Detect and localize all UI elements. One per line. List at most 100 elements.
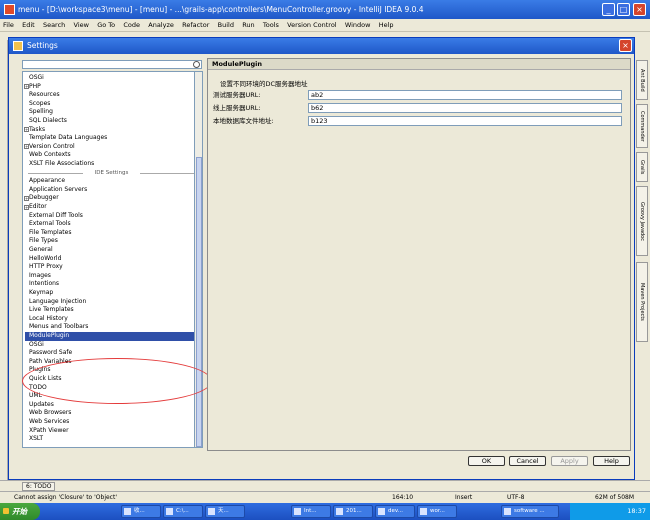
settings-tree: OSGi + PHP Resources Scopes Spelling SQL … — [22, 71, 201, 448]
menu-help[interactable]: Help — [376, 19, 397, 32]
tree-item[interactable]: UML — [29, 392, 42, 401]
menu-view[interactable]: View — [71, 19, 92, 32]
close-window-icon[interactable]: × — [633, 3, 646, 16]
taskbar-item[interactable]: 收... — [121, 505, 161, 518]
online-server-url-input[interactable]: b62 — [308, 103, 622, 113]
taskbar-item[interactable]: dev... — [375, 505, 415, 518]
tree-item[interactable]: Web Browsers — [29, 409, 71, 418]
minimize-icon[interactable]: _ — [602, 3, 615, 16]
apply-button[interactable]: Apply — [551, 456, 588, 466]
tree-item[interactable]: + Tasks — [24, 126, 45, 135]
tree-item[interactable]: XSLT — [29, 435, 43, 444]
expand-icon[interactable]: + — [24, 144, 29, 150]
right-tab-grails[interactable]: Grails — [636, 152, 648, 182]
menu-refactor[interactable]: Refactor — [179, 19, 212, 32]
tree-item[interactable]: Images — [29, 272, 51, 281]
menu-goto[interactable]: Go To — [94, 19, 118, 32]
menu-search[interactable]: Search — [40, 19, 68, 32]
taskbar-item[interactable]: software ... — [501, 505, 559, 518]
tree-scrollbar-thumb[interactable] — [196, 157, 202, 447]
tree-item[interactable]: SQL Dialects — [29, 117, 67, 126]
expand-icon[interactable]: + — [24, 84, 29, 90]
test-server-url-label: 测试服务器URL: — [213, 91, 261, 99]
settings-panel: ModulePlugin 设置不同环境的DC服务器地址 测试服务器URL: ab… — [207, 58, 631, 451]
menu-analyze[interactable]: Analyze — [145, 19, 177, 32]
tree-item[interactable]: HTTP Proxy — [29, 263, 63, 272]
right-tab-commander[interactable]: Commander — [636, 104, 648, 148]
menu-edit[interactable]: Edit — [19, 19, 38, 32]
tree-item[interactable]: Local History — [29, 315, 68, 324]
tree-item[interactable]: + Editor — [24, 203, 47, 212]
tree-item[interactable]: Plugins — [29, 366, 51, 375]
menu-file[interactable]: File — [0, 19, 17, 32]
tree-item[interactable]: Path Variables — [29, 358, 72, 367]
menu-code[interactable]: Code — [120, 19, 143, 32]
tree-item[interactable]: File Types — [29, 237, 58, 246]
tree-item[interactable]: Scopes — [29, 100, 50, 109]
tree-item[interactable]: Web Services — [29, 418, 69, 427]
start-button[interactable]: 开始 — [0, 503, 40, 520]
tree-item[interactable]: Resources — [29, 91, 60, 100]
tree-item[interactable]: OSGi — [29, 341, 44, 350]
tree-item[interactable]: + Debugger — [24, 194, 59, 203]
tree-item[interactable]: OSGi — [29, 74, 44, 83]
help-button[interactable]: Help — [593, 456, 630, 466]
tree-item[interactable]: External Tools — [29, 220, 71, 229]
taskbar-item[interactable]: Int... — [291, 505, 331, 518]
tree-item[interactable]: Keymap — [29, 289, 53, 298]
tree-item[interactable]: Menus and Toolbars — [29, 323, 88, 332]
tree-item-moduleplugin-selected[interactable]: ModulePlugin — [25, 332, 197, 341]
menu-run[interactable]: Run — [239, 19, 257, 32]
menu-window[interactable]: Window — [342, 19, 374, 32]
tree-item[interactable]: + PHP — [24, 83, 41, 92]
tree-item[interactable]: Quick Lists — [29, 375, 62, 384]
tree-item[interactable]: Language Injection — [29, 298, 86, 307]
taskbar-item[interactable]: 201... — [333, 505, 373, 518]
tree-scrollbar[interactable] — [194, 71, 203, 448]
tree-item[interactable]: Appearance — [29, 177, 65, 186]
taskbar-item[interactable]: wor... — [417, 505, 457, 518]
right-tab-ant-build[interactable]: Ant Build — [636, 60, 648, 100]
test-server-url-input[interactable]: ab2 — [308, 90, 622, 100]
tree-item[interactable]: Web Contexts — [29, 151, 71, 160]
tree-item[interactable]: TODO — [29, 384, 47, 393]
menu-build[interactable]: Build — [215, 19, 237, 32]
todo-tab[interactable]: 6: TODO — [22, 482, 56, 491]
menu-tools[interactable]: Tools — [260, 19, 282, 32]
menu-version-control[interactable]: Version Control — [284, 19, 339, 32]
search-icon[interactable] — [193, 61, 200, 68]
right-tab-groovy-javadoc[interactable]: Groovy Javadoc — [636, 186, 648, 256]
cancel-button[interactable]: Cancel — [509, 456, 546, 466]
tree-item[interactable]: External Diff Tools — [29, 212, 83, 221]
tree-item[interactable]: Template Data Languages — [29, 134, 107, 143]
tree-item[interactable]: XPath Viewer — [29, 427, 69, 436]
local-db-file-path-input[interactable]: b123 — [308, 116, 622, 126]
tree-item[interactable]: HelloWorld — [29, 255, 61, 264]
tree-item[interactable]: XSLT File Associations — [29, 160, 94, 169]
expand-icon[interactable]: + — [24, 195, 29, 201]
tree-item[interactable]: Application Servers — [29, 186, 87, 195]
settings-search-input[interactable] — [22, 60, 202, 69]
bottom-tool-strip: 6: TODO — [0, 480, 650, 491]
right-tab-maven-projects[interactable]: Maven Projects — [636, 262, 648, 342]
tree-item[interactable]: Spelling — [29, 108, 53, 117]
taskbar-item[interactable]: C:\... — [163, 505, 203, 518]
tree-item[interactable]: Updates — [29, 401, 54, 410]
expand-icon[interactable]: + — [24, 127, 29, 133]
maximize-icon[interactable]: □ — [617, 3, 630, 16]
tree-item[interactable]: Password Safe — [29, 349, 72, 358]
ide-title-text: menu - [D:\workspace3\menu] - [menu] - .… — [18, 5, 424, 14]
expand-icon[interactable]: + — [24, 204, 29, 210]
right-tool-strip: Ant Build Commander Grails Groovy Javado… — [633, 40, 650, 480]
online-server-url-label: 线上服务器URL: — [213, 104, 261, 112]
tree-item[interactable]: Intentions — [29, 280, 59, 289]
dialog-close-button[interactable]: × — [619, 39, 632, 52]
tree-item[interactable]: File Templates — [29, 229, 71, 238]
tree-item[interactable]: General — [29, 246, 53, 255]
tree-item[interactable]: Live Templates — [29, 306, 74, 315]
dialog-title-bar: Settings × — [9, 38, 634, 54]
ok-button[interactable]: OK — [468, 456, 505, 466]
tree-item[interactable]: + Version Control — [24, 143, 75, 152]
local-db-file-path-label: 本地数据库文件地址: — [213, 117, 274, 125]
taskbar-item[interactable]: 天... — [205, 505, 245, 518]
